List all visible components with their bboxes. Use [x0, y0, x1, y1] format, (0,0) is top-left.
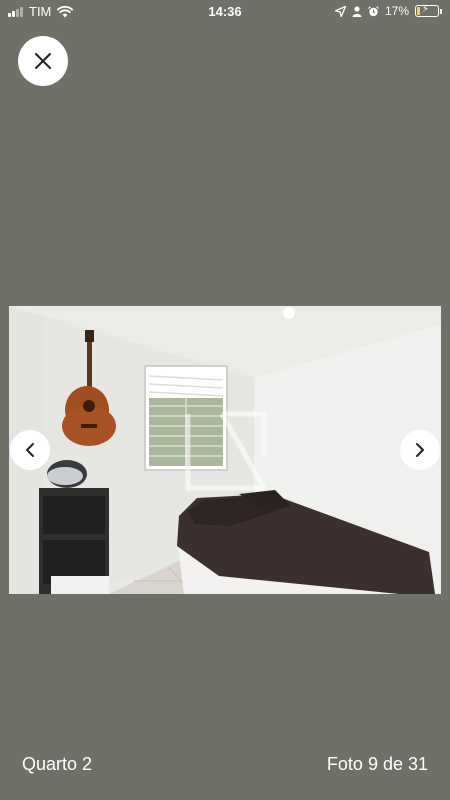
- close-button[interactable]: [18, 36, 68, 86]
- status-right: 17% ⚡: [334, 4, 442, 18]
- location-arrow-icon: [334, 5, 346, 17]
- chevron-right-icon: [416, 443, 424, 457]
- alarm-icon: [368, 5, 379, 16]
- next-photo-button[interactable]: [400, 430, 440, 470]
- photo-counter: Foto 9 de 31: [326, 754, 428, 774]
- chevron-left-icon: [26, 443, 34, 457]
- battery-percent: 17%: [384, 4, 409, 18]
- status-bar: TIM 14:36 17% ⚡: [0, 0, 450, 24]
- listing-photo: [9, 306, 441, 594]
- photo-caption: Quarto 2: [22, 754, 93, 774]
- close-icon: [35, 53, 51, 69]
- battery-cap: [440, 8, 442, 14]
- previous-photo-button[interactable]: [10, 430, 50, 470]
- person-icon: [352, 5, 362, 17]
- battery-charging-icon: ⚡: [415, 4, 439, 17]
